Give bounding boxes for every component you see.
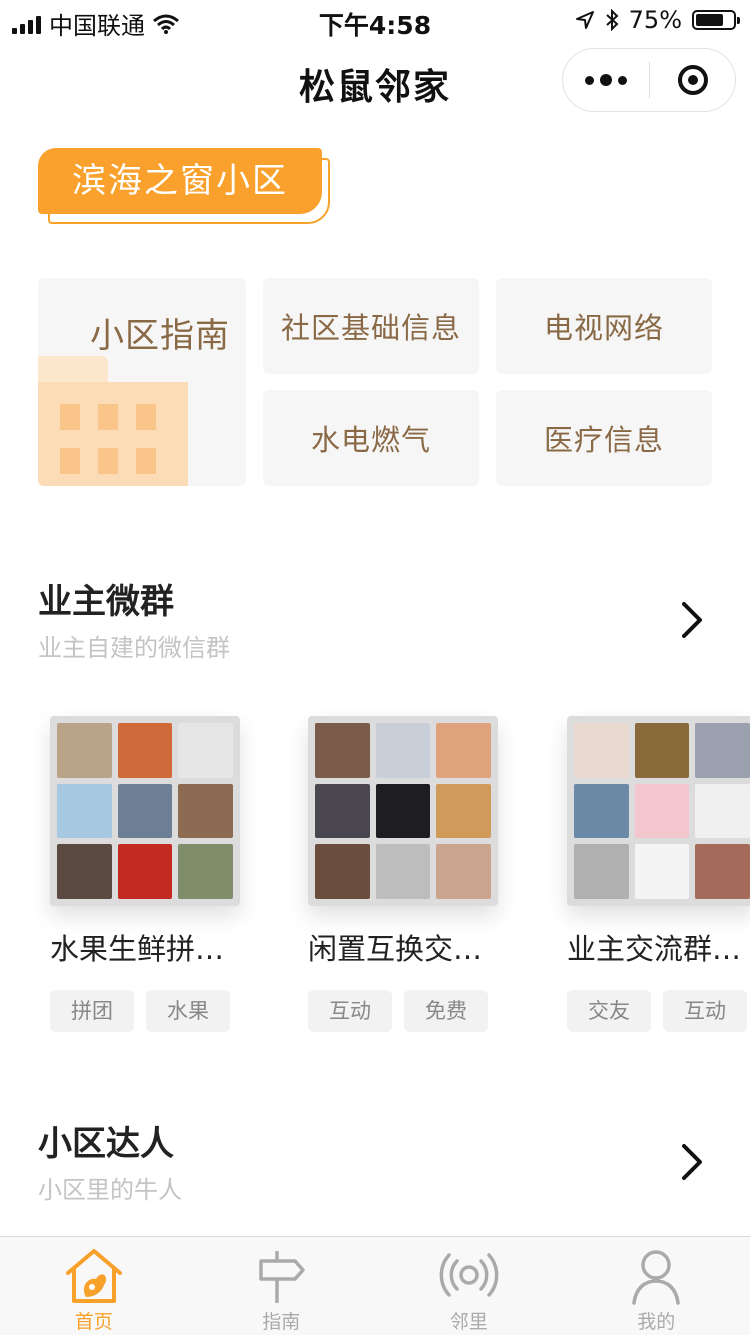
community-guide-label: 小区指南 [90,308,230,357]
group-tag: 水果 [146,990,230,1032]
group-tag: 互动 [663,990,747,1032]
building-icon [38,356,188,486]
home-squirrel-icon [62,1247,126,1305]
mini-program-capsule [562,48,736,112]
user-icon [624,1247,688,1305]
community-selector[interactable]: 滨海之窗小区 [38,148,332,226]
experts-subtitle: 小区里的牛人 [38,1170,182,1205]
group-name: 闲置互换交… [308,926,498,968]
guide-tile-utilities[interactable]: 水电燃气 [263,390,479,486]
group-card[interactable]: 水果生鲜拼… 拼团 水果 [50,716,250,1032]
group-name: 业主交流群@… [567,926,750,968]
owner-groups-subtitle: 业主自建的微信群 [38,628,230,663]
more-button[interactable] [563,49,649,111]
group-name: 水果生鲜拼… [50,926,240,968]
group-tag: 互动 [308,990,392,1032]
group-avatar-mosaic [567,716,750,906]
signpost-icon [249,1247,313,1305]
group-tag: 免费 [404,990,488,1032]
guide-tile-basic-info[interactable]: 社区基础信息 [263,278,479,374]
tab-guide[interactable]: 指南 [188,1237,376,1335]
more-dot-icon [585,76,594,85]
tab-label: 指南 [262,1307,300,1334]
group-avatar-mosaic [308,716,498,906]
battery-percent: 75% [629,6,682,34]
location-arrow-icon [575,10,595,30]
guide-tile-tv-network[interactable]: 电视网络 [496,278,712,374]
tab-label: 首页 [75,1307,113,1334]
tab-me[interactable]: 我的 [563,1237,750,1335]
chevron-right-icon[interactable] [672,1140,712,1184]
tab-home[interactable]: 首页 [0,1237,188,1335]
battery-icon [692,10,736,30]
community-name: 滨海之窗小区 [38,148,322,214]
group-tag: 交友 [567,990,651,1032]
broadcast-icon [437,1247,501,1305]
status-bar: 中国联通 下午4:58 75% [0,0,750,40]
close-target-icon [678,65,708,95]
tab-bar: 首页 指南 邻里 我的 [0,1236,750,1335]
tab-neighbors[interactable]: 邻里 [375,1237,563,1335]
owner-groups-title: 业主微群 [38,574,174,623]
group-card[interactable]: 业主交流群@… 交友 互动 [567,716,750,1032]
community-guide-tile[interactable]: 小区指南 [38,278,246,486]
more-dot-icon [600,74,612,86]
guide-tile-medical[interactable]: 医疗信息 [496,390,712,486]
experts-title: 小区达人 [38,1116,174,1165]
tab-label: 邻里 [450,1307,488,1334]
tab-label: 我的 [637,1307,675,1334]
group-avatar-mosaic [50,716,240,906]
close-button[interactable] [650,65,735,95]
more-dot-icon [618,76,627,85]
chevron-right-icon[interactable] [672,598,712,642]
bluetooth-icon [605,9,619,31]
group-tag: 拼团 [50,990,134,1032]
group-card[interactable]: 闲置互换交… 互动 免费 [308,716,508,1032]
